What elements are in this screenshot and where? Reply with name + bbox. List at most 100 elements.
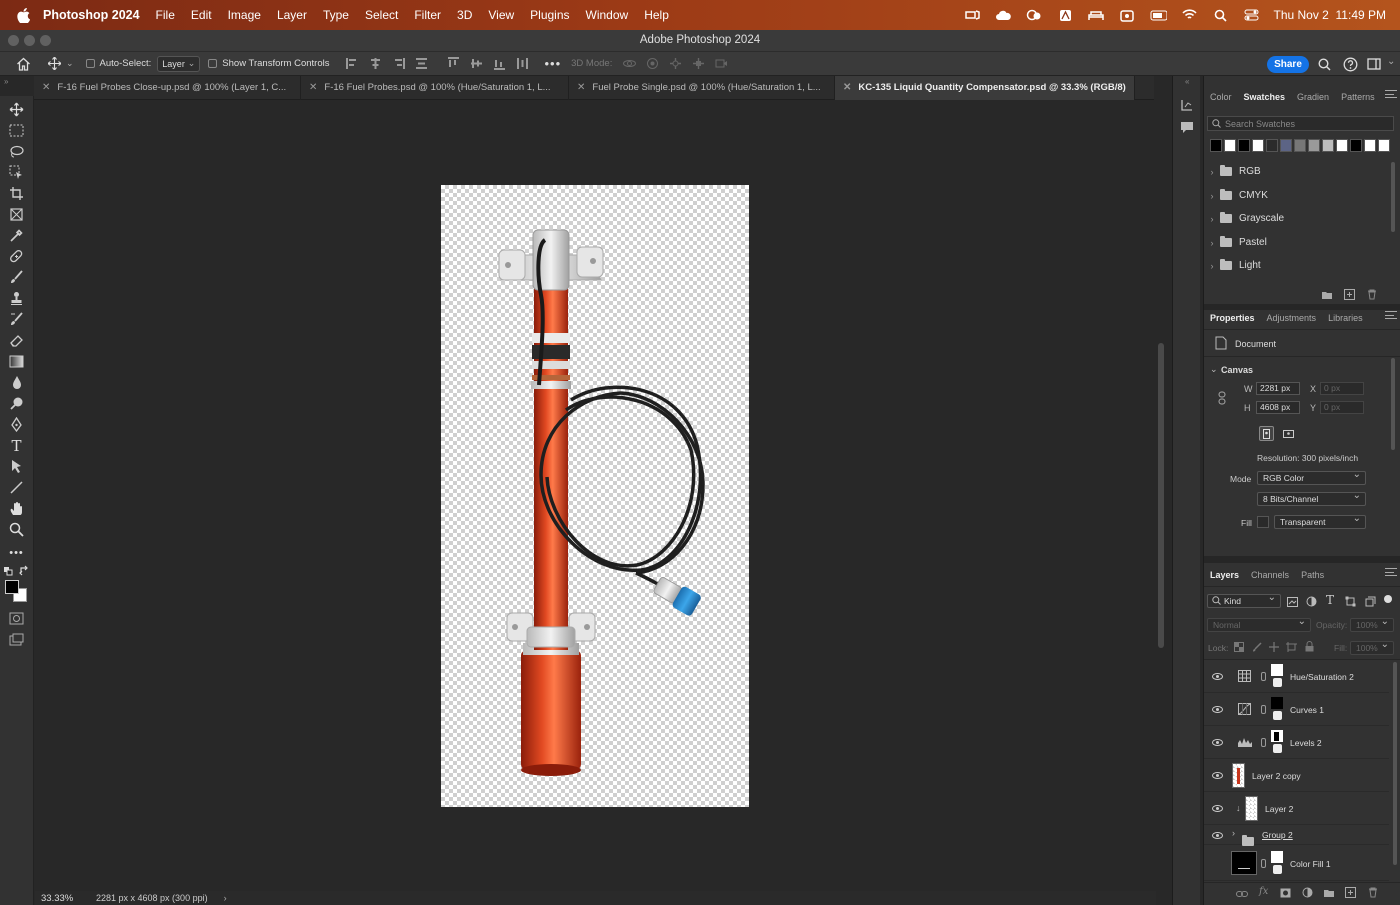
menu-layer[interactable]: Layer <box>277 8 307 22</box>
tab-close-icon[interactable]: ✕ <box>42 82 50 93</box>
hand-tool-icon[interactable] <box>8 500 25 517</box>
new-group-folder-icon[interactable] <box>1321 290 1333 303</box>
eyedropper-tool-icon[interactable] <box>8 227 25 244</box>
layer-row[interactable]: Curves 1 <box>1204 693 1389 726</box>
bit-depth-select[interactable]: 8 Bits/Channel <box>1257 490 1366 506</box>
layer-name[interactable]: Hue/Saturation 2 <box>1290 672 1354 682</box>
history-panel-icon[interactable] <box>1180 98 1194 115</box>
blur-tool-icon[interactable] <box>8 374 25 391</box>
share-button[interactable]: Share <box>1267 56 1309 73</box>
mask-link-icon[interactable] <box>1261 738 1266 747</box>
recent-swatch-9[interactable] <box>1336 139 1348 152</box>
menu-3d[interactable]: 3D <box>457 8 472 22</box>
clone-stamp-tool-icon[interactable] <box>8 290 25 307</box>
swatch-group-light[interactable]: › Light <box>1204 254 1389 277</box>
tab-properties[interactable]: Properties <box>1204 313 1261 323</box>
recent-swatch-1[interactable] <box>1224 139 1236 152</box>
recent-swatch-10[interactable] <box>1350 139 1362 152</box>
layer-style-icon[interactable]: fx <box>1259 886 1268 897</box>
mask-link-icon[interactable] <box>1261 705 1266 714</box>
visibility-eye-icon[interactable] <box>1212 805 1223 812</box>
layer-row[interactable]: Color Fill 1 <box>1204 845 1389 881</box>
layer-mask-thumbnail[interactable] <box>1271 664 1283 688</box>
layer-name[interactable]: Group 2 <box>1262 830 1293 840</box>
calendar-icon[interactable] <box>1119 9 1136 22</box>
visibility-eye-icon[interactable] <box>1212 706 1223 713</box>
align-top-icon[interactable] <box>447 57 460 70</box>
battery-icon[interactable] <box>1150 9 1167 22</box>
tab-paths[interactable]: Paths <box>1295 570 1330 580</box>
menu-select[interactable]: Select <box>365 8 398 22</box>
crop-tool-icon[interactable] <box>8 185 25 202</box>
lock-all-icon[interactable] <box>1305 641 1314 655</box>
recent-swatch-0[interactable] <box>1210 139 1222 152</box>
search-icon[interactable] <box>1318 58 1331 74</box>
swatch-group-rgb[interactable]: › RGB <box>1204 160 1389 183</box>
gradient-tool-icon[interactable] <box>8 353 25 370</box>
layer-thumbnail[interactable] <box>1232 763 1245 788</box>
3d-scale-icon[interactable] <box>715 57 728 70</box>
control-center-icon[interactable] <box>1243 9 1260 22</box>
app-name-menu[interactable]: Photoshop 2024 <box>43 8 140 22</box>
visibility-eye-icon[interactable] <box>1212 739 1223 746</box>
recent-swatch-2[interactable] <box>1238 139 1250 152</box>
lock-transparency-icon[interactable] <box>1234 642 1244 655</box>
tab-color[interactable]: Color <box>1204 92 1238 102</box>
swatch-group-grayscale[interactable]: › Grayscale <box>1204 207 1389 230</box>
landscape-orientation-icon[interactable] <box>1281 427 1295 440</box>
portrait-orientation-icon[interactable] <box>1259 426 1274 441</box>
visibility-eye-icon[interactable] <box>1212 772 1223 779</box>
mask-link-icon[interactable] <box>1261 859 1266 868</box>
fill-thumbnail[interactable] <box>1231 851 1257 875</box>
swatch-group-pastel[interactable]: › Pastel <box>1204 231 1389 254</box>
type-tool-icon[interactable]: T <box>8 437 25 455</box>
tab-adjustments[interactable]: Adjustments <box>1261 313 1323 323</box>
canvas-width-input[interactable]: 2281 px <box>1256 382 1300 395</box>
tab-channels[interactable]: Channels <box>1245 570 1295 580</box>
distribute-vertical-icon[interactable] <box>516 57 529 70</box>
lock-pixels-icon[interactable] <box>1252 642 1262 655</box>
visibility-off-icon[interactable] <box>1212 859 1223 866</box>
new-adjustment-icon[interactable] <box>1302 887 1313 901</box>
filter-type-icon[interactable]: T <box>1326 593 1334 607</box>
panel-menu-icon[interactable] <box>1385 311 1397 319</box>
swatch-search-field[interactable]: Search Swatches <box>1207 116 1394 131</box>
layer-row[interactable]: Hue/Saturation 2 <box>1204 660 1389 693</box>
link-layers-icon[interactable] <box>1236 889 1248 901</box>
layer-mask-thumbnail[interactable] <box>1271 851 1283 875</box>
tab-close-icon[interactable]: ✕ <box>843 82 851 93</box>
status-menu-arrow[interactable]: › <box>224 893 227 903</box>
layer-filter-select[interactable]: Kind <box>1207 592 1281 608</box>
panel-menu-icon[interactable] <box>1385 568 1397 576</box>
layer-group-row[interactable]: › Group 2 <box>1204 825 1389 846</box>
group-expand-chevron-icon[interactable]: › <box>1232 828 1235 838</box>
align-vertical-center-icon[interactable] <box>470 57 483 70</box>
mask-link-icon[interactable] <box>1261 672 1266 681</box>
layer-mask-thumbnail[interactable] <box>1271 730 1283 754</box>
layer-name[interactable]: Layer 2 copy <box>1252 771 1301 781</box>
move-tool-icon[interactable] <box>8 101 25 118</box>
tab-libraries[interactable]: Libraries <box>1322 313 1369 323</box>
menu-help[interactable]: Help <box>644 8 669 22</box>
lock-position-icon[interactable] <box>1269 642 1279 655</box>
tab-close-icon[interactable]: ✕ <box>577 82 585 93</box>
object-selection-tool-icon[interactable] <box>8 164 25 181</box>
recent-swatch-11[interactable] <box>1364 139 1376 152</box>
layer-row[interactable]: Levels 2 <box>1204 726 1389 759</box>
home-icon[interactable] <box>16 57 31 71</box>
recent-swatch-5[interactable] <box>1280 139 1292 152</box>
menu-image[interactable]: Image <box>228 8 261 22</box>
distribute-icon[interactable] <box>415 57 428 70</box>
tab-gradients[interactable]: Gradien <box>1291 92 1335 102</box>
panel-collapse-icon[interactable]: « <box>1185 77 1189 86</box>
pen-tool-icon[interactable] <box>8 416 25 433</box>
toolbar-collapse-icon[interactable]: » <box>4 77 8 86</box>
link-dimensions-icon[interactable] <box>1218 391 1226 408</box>
stage-manager-icon[interactable] <box>964 9 981 22</box>
canvas-section-chevron-icon[interactable]: ⌄ <box>1210 364 1218 375</box>
tab-swatches[interactable]: Swatches <box>1238 92 1292 102</box>
move-tool-preset-icon[interactable] <box>47 56 62 71</box>
menu-edit[interactable]: Edit <box>191 8 212 22</box>
recent-swatch-12[interactable] <box>1378 139 1390 152</box>
3d-roll-icon[interactable] <box>646 57 659 70</box>
